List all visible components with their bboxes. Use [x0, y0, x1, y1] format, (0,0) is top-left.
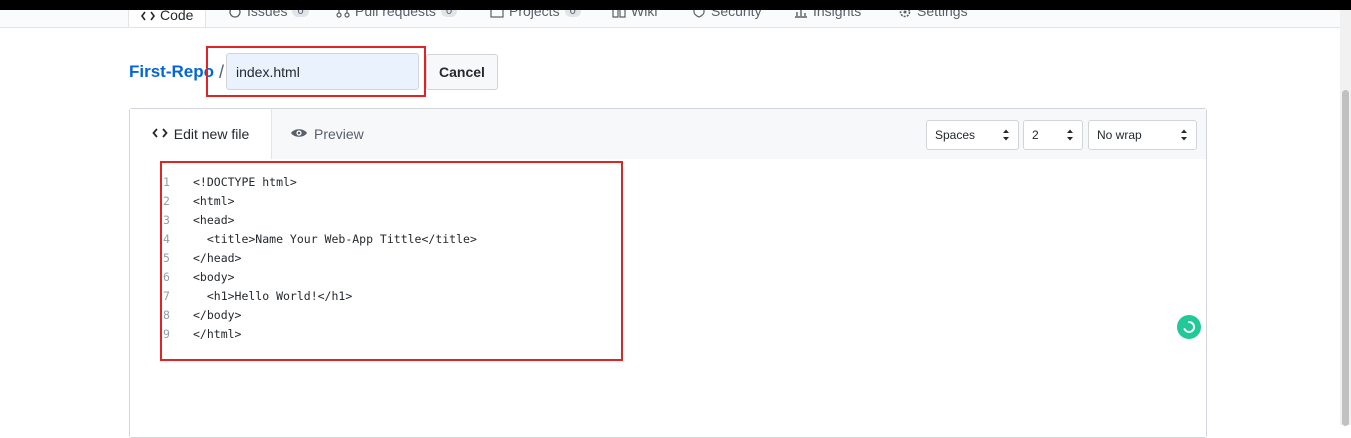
line-content: </body>: [193, 307, 242, 322]
tab-preview[interactable]: Preview: [290, 109, 364, 159]
line-content: <body>: [193, 269, 235, 284]
line-content: <!DOCTYPE html>: [193, 174, 297, 189]
repo-nav: Code Issues 0 Pull requests 0 Projects 0…: [0, 10, 1340, 28]
assistant-badge-icon[interactable]: [1177, 315, 1201, 339]
issues-count: 0: [292, 10, 309, 17]
line-number: 5: [163, 250, 170, 265]
filename-input[interactable]: [226, 53, 419, 90]
cancel-button[interactable]: Cancel: [426, 54, 498, 90]
line-number: 2: [163, 193, 170, 208]
tab-code[interactable]: Code: [128, 10, 207, 27]
editor-toolbar: Edit new file Preview Spaces 2 No wrap: [130, 109, 1206, 160]
pull-requests-count: 0: [440, 10, 458, 17]
project-icon: [490, 10, 504, 18]
page-scrollbar[interactable]: [1340, 10, 1351, 426]
repo-link[interactable]: First-Repo: [129, 62, 214, 82]
breadcrumb: First-Repo /: [129, 53, 231, 91]
line-number: 6: [163, 269, 170, 284]
window-top-bar: [0, 0, 1351, 10]
tab-code-label: Code: [160, 10, 194, 23]
line-number: 7: [163, 288, 170, 303]
code-editor[interactable]: 1 <!DOCTYPE html> 2 <html> 3 <head> 4 <t…: [130, 159, 1206, 437]
graph-icon: [794, 10, 808, 18]
tab-issues-label: Issues: [247, 10, 288, 19]
tab-wiki-label: Wiki: [631, 10, 658, 19]
select-arrows-icon: [1066, 128, 1074, 145]
scrollbar-thumb[interactable]: [1342, 90, 1349, 426]
tab-projects-label: Projects: [509, 10, 560, 19]
tab-security-label: Security: [711, 10, 762, 19]
projects-count: 0: [564, 10, 581, 17]
line-content: <title>Name Your Web-App Tittle</title>: [193, 231, 477, 246]
wrap-mode-value: No wrap: [1097, 128, 1142, 142]
tab-edit-file-label: Edit new file: [173, 126, 250, 142]
tab-insights-label: Insights: [813, 10, 862, 19]
tab-wiki[interactable]: Wiki: [612, 10, 657, 23]
line-number: 3: [163, 212, 170, 227]
file-editor: Edit new file Preview Spaces 2 No wrap 1…: [129, 108, 1207, 438]
line-number: 8: [163, 307, 170, 322]
select-arrows-icon: [1002, 128, 1010, 145]
tab-security[interactable]: Security: [692, 10, 762, 23]
tab-preview-label: Preview: [314, 126, 364, 142]
indent-mode-value: Spaces: [935, 128, 976, 142]
issue-icon: [228, 10, 242, 18]
code-icon: [141, 10, 155, 21]
line-content: <h1>Hello World!</h1>: [193, 288, 353, 303]
indent-size-select[interactable]: 2: [1023, 120, 1083, 150]
line-content: <html>: [193, 193, 235, 208]
tab-insights[interactable]: Insights: [794, 10, 861, 23]
tab-settings[interactable]: Settings: [898, 10, 968, 23]
tab-edit-file[interactable]: Edit new file: [130, 109, 272, 159]
line-number: 9: [163, 326, 170, 341]
tab-pull-requests[interactable]: Pull requests 0: [336, 10, 458, 23]
select-arrows-icon: [1180, 128, 1188, 145]
shield-icon: [692, 10, 706, 18]
line-content: </html>: [193, 326, 242, 341]
breadcrumb-separator: /: [219, 61, 225, 82]
line-content: <head>: [193, 212, 235, 227]
line-number: 4: [163, 231, 170, 246]
line-content: </head>: [193, 250, 242, 265]
gear-icon: [898, 10, 912, 18]
line-number: 1: [163, 174, 170, 189]
wiki-icon: [612, 10, 626, 18]
pull-request-icon: [336, 10, 350, 18]
code-icon: [152, 126, 168, 142]
wrap-mode-select[interactable]: No wrap: [1088, 120, 1197, 150]
indent-mode-select[interactable]: Spaces: [926, 120, 1019, 150]
tab-issues[interactable]: Issues 0: [228, 10, 309, 23]
eye-icon: [290, 126, 308, 142]
tab-settings-label: Settings: [917, 10, 968, 19]
tab-projects[interactable]: Projects 0: [490, 10, 581, 23]
indent-size-value: 2: [1032, 128, 1039, 142]
tab-pull-requests-label: Pull requests: [355, 10, 436, 19]
